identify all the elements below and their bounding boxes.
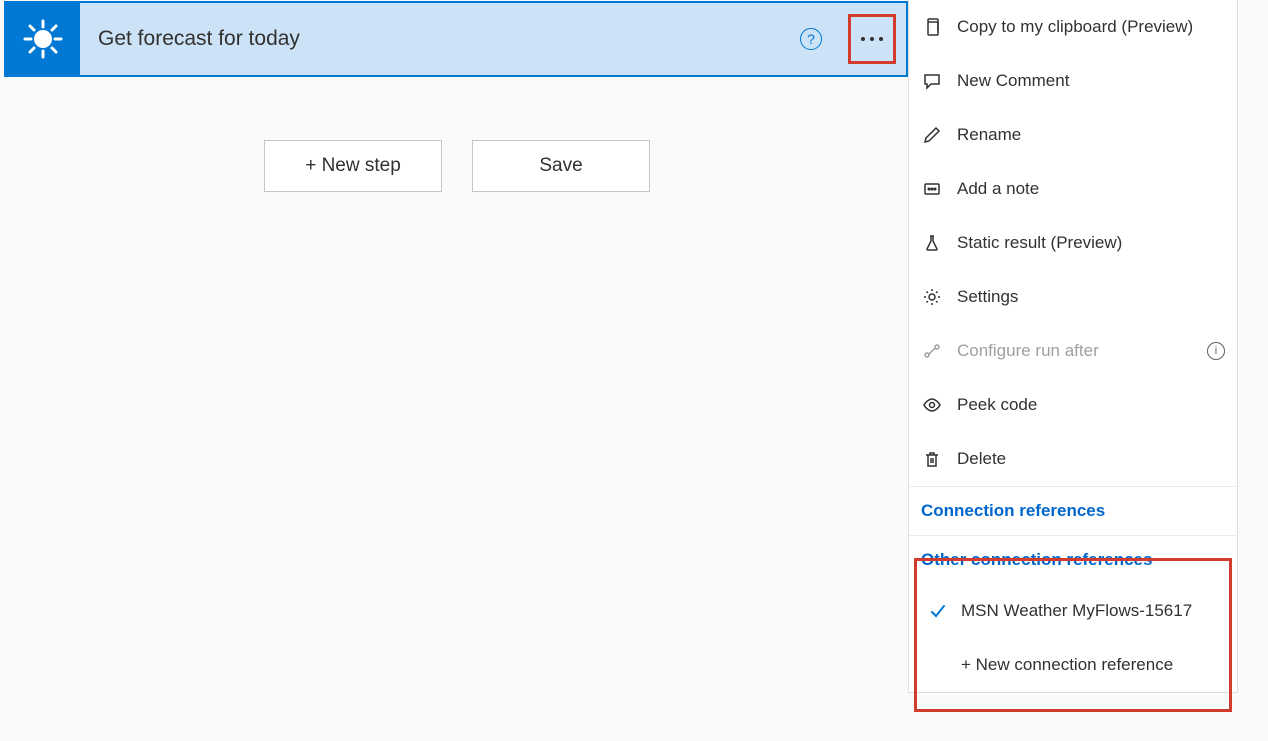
menu-item-label: Peek code <box>957 395 1037 415</box>
menu-item-label: Delete <box>957 449 1006 469</box>
trash-icon <box>921 448 943 470</box>
new-step-label: + New step <box>305 155 401 177</box>
check-icon <box>927 600 949 622</box>
action-card[interactable]: Get forecast for today ? <box>4 1 908 77</box>
menu-item-label: Settings <box>957 287 1018 307</box>
run-after-icon <box>921 340 943 362</box>
connection-reference-label: MSN Weather MyFlows-15617 <box>961 601 1192 621</box>
menu-configure-run-after: Configure run after i <box>909 324 1237 378</box>
flask-icon <box>921 232 943 254</box>
note-icon <box>921 178 943 200</box>
button-row: + New step Save <box>264 140 650 192</box>
connection-reference-item[interactable]: MSN Weather MyFlows-15617 <box>909 584 1237 638</box>
new-connection-reference[interactable]: + New connection reference <box>909 638 1237 692</box>
weather-icon <box>6 3 80 75</box>
context-menu: Copy to my clipboard (Preview) New Comme… <box>908 0 1238 693</box>
menu-settings[interactable]: Settings <box>909 270 1237 324</box>
menu-rename[interactable]: Rename <box>909 108 1237 162</box>
action-title: Get forecast for today <box>98 27 800 51</box>
other-connection-references-header: Other connection references <box>909 536 1237 584</box>
new-connection-reference-label: + New connection reference <box>961 655 1173 675</box>
menu-item-label: New Comment <box>957 71 1069 91</box>
flow-designer-canvas: Get forecast for today ? + New step Save… <box>0 0 1268 741</box>
copy-icon <box>921 16 943 38</box>
new-step-button[interactable]: + New step <box>264 140 442 192</box>
menu-static-result[interactable]: Static result (Preview) <box>909 216 1237 270</box>
help-icon[interactable]: ? <box>800 28 822 50</box>
info-icon[interactable]: i <box>1207 342 1225 360</box>
menu-copy-clipboard[interactable]: Copy to my clipboard (Preview) <box>909 0 1237 54</box>
gear-icon <box>921 286 943 308</box>
menu-item-label: Configure run after <box>957 341 1099 361</box>
menu-new-comment[interactable]: New Comment <box>909 54 1237 108</box>
menu-peek-code[interactable]: Peek code <box>909 378 1237 432</box>
menu-item-label: Rename <box>957 125 1021 145</box>
ellipsis-icon <box>861 37 883 41</box>
menu-item-label: Add a note <box>957 179 1039 199</box>
menu-delete[interactable]: Delete <box>909 432 1237 486</box>
pencil-icon <box>921 124 943 146</box>
eye-icon <box>921 394 943 416</box>
menu-item-label: Copy to my clipboard (Preview) <box>957 17 1193 37</box>
comment-icon <box>921 70 943 92</box>
menu-add-note[interactable]: Add a note <box>909 162 1237 216</box>
more-options-button[interactable] <box>848 14 896 64</box>
connection-references-header: Connection references <box>909 487 1237 535</box>
save-button[interactable]: Save <box>472 140 650 192</box>
menu-item-label: Static result (Preview) <box>957 233 1122 253</box>
save-label: Save <box>539 155 582 177</box>
